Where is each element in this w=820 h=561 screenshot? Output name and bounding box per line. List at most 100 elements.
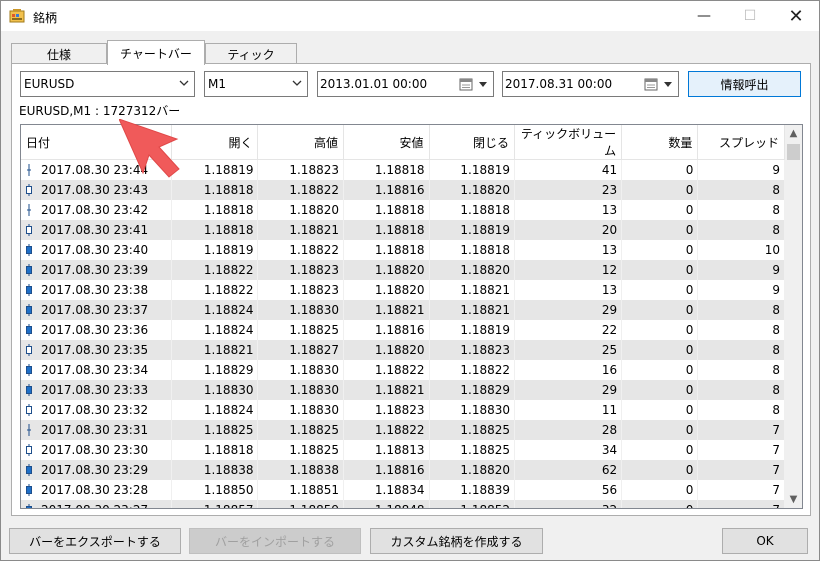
cell-high-value: 1.18823: [289, 282, 339, 297]
cell-tick-volume: 62: [514, 459, 623, 480]
cell-open-value: 1.18819: [203, 162, 254, 177]
cell-spread: 7: [697, 439, 785, 460]
cell-high: 1.18827: [257, 339, 344, 360]
cell-open-value: 1.18822: [203, 262, 254, 277]
cell-date: 2017.08.30 23:29: [21, 459, 172, 480]
cell-close: 1.18820: [429, 259, 516, 280]
column-header-volume[interactable]: 数量: [621, 125, 699, 160]
cell-low-value: 1.18818: [374, 222, 425, 237]
cell-high: 1.18830: [257, 299, 344, 320]
cell-tick-volume-value: 23: [601, 182, 618, 197]
table-row[interactable]: 2017.08.30 23:28 1.18850 1.18851 1.18834 1.1…: [21, 479, 785, 500]
symbols-app-icon: [9, 8, 25, 24]
table-row[interactable]: 2017.08.30 23:43 1.18818 1.18822 1.18816 1.1…: [21, 179, 785, 200]
cell-high-value: 1.18822: [289, 242, 339, 257]
pointer-arrow-icon: [119, 119, 180, 178]
table-row[interactable]: 2017.08.30 23:27 1.18857 1.18859 1.18848 1.1…: [21, 499, 785, 508]
table-row[interactable]: 2017.08.30 23:34 1.18829 1.18830 1.18822 1.1…: [21, 359, 785, 380]
cell-high-value: 1.18830: [289, 302, 339, 317]
cell-date: 2017.08.30 23:33: [21, 379, 172, 400]
cell-spread-value: 8: [772, 322, 780, 337]
cell-date: 2017.08.30 23:39: [21, 259, 172, 280]
cell-volume: 0: [621, 219, 699, 240]
date-from-picker[interactable]: 2013.01.01 00:00: [317, 71, 494, 97]
create-custom-symbol-button[interactable]: カスタム銘柄を作成する: [370, 528, 543, 554]
scroll-up-icon[interactable]: ▲: [785, 125, 802, 142]
cell-volume: 0: [621, 439, 699, 460]
cell-date: 2017.08.30 23:37: [21, 299, 172, 320]
table-row[interactable]: 2017.08.30 23:42 1.18818 1.18820 1.18818 1.1…: [21, 199, 785, 220]
cell-volume: 0: [621, 459, 699, 480]
scroll-thumb[interactable]: [787, 144, 800, 160]
table-row[interactable]: 2017.08.30 23:29 1.18838 1.18838 1.18816 1.1…: [21, 459, 785, 480]
cell-close-value: 1.18823: [460, 342, 511, 357]
cell-close: 1.18822: [429, 359, 516, 380]
cell-tick-volume: 32: [514, 499, 623, 508]
cell-open: 1.18824: [171, 299, 259, 320]
table-row[interactable]: 2017.08.30 23:37 1.18824 1.18830 1.18821 1.1…: [21, 299, 785, 320]
tab-specification[interactable]: 仕様: [11, 43, 107, 64]
cell-date: 2017.08.30 23:34: [21, 359, 172, 380]
cell-date-value: 2017.08.30 23:35: [41, 342, 149, 357]
calendar-icon: [459, 78, 473, 91]
candle-bear-icon: [26, 483, 32, 496]
table-row[interactable]: 2017.08.30 23:40 1.18819 1.18822 1.18818 1.1…: [21, 239, 785, 260]
cell-volume: 0: [621, 159, 699, 180]
cell-volume-value: 0: [685, 482, 694, 497]
table-row[interactable]: 2017.08.30 23:38 1.18822 1.18823 1.18820 1.1…: [21, 279, 785, 300]
cell-close-value: 1.18818: [460, 242, 511, 257]
table-row[interactable]: 2017.08.30 23:41 1.18818 1.18821 1.18818 1.1…: [21, 219, 785, 240]
minimize-button[interactable]: —: [681, 1, 727, 31]
export-bars-button[interactable]: バーをエクスポートする: [9, 528, 181, 554]
cell-tick-volume-value: 13: [601, 282, 618, 297]
timeframe-select[interactable]: M1: [204, 71, 308, 97]
column-header-high[interactable]: 高値: [257, 125, 344, 160]
cell-close-value: 1.18825: [460, 442, 511, 457]
request-info-button[interactable]: 情報呼出: [688, 71, 801, 97]
candle-bear-icon: [26, 263, 32, 276]
table-row[interactable]: 2017.08.30 23:35 1.18821 1.18827 1.18820 1.1…: [21, 339, 785, 360]
cell-tick-volume-value: 13: [601, 202, 618, 217]
cell-close: 1.18852: [429, 499, 516, 508]
cell-tick-volume-value: 16: [601, 362, 618, 377]
cell-tick-volume-value: 34: [601, 442, 618, 457]
cell-high: 1.18822: [257, 239, 344, 260]
table-row[interactable]: 2017.08.30 23:30 1.18818 1.18825 1.18813 1.1…: [21, 439, 785, 460]
ok-button[interactable]: OK: [722, 528, 808, 554]
column-header-low[interactable]: 安値: [343, 125, 430, 160]
cell-high-value: 1.18820: [289, 202, 339, 217]
tab-ticks[interactable]: ティック: [205, 43, 297, 64]
column-header-open[interactable]: 開く: [171, 125, 259, 160]
cell-close-value: 1.18822: [460, 362, 511, 377]
cell-spread-value: 7: [772, 442, 780, 457]
cell-date-value: 2017.08.30 23:43: [41, 182, 149, 197]
cell-open-value: 1.18818: [203, 202, 254, 217]
cell-tick-volume-value: 20: [601, 222, 618, 237]
column-header-tick-volume[interactable]: ティックボリューム: [514, 125, 623, 160]
table-row[interactable]: 2017.08.30 23:39 1.18822 1.18823 1.18820 1.1…: [21, 259, 785, 280]
vertical-scrollbar[interactable]: ▲ ▼: [785, 125, 802, 508]
cell-close: 1.18819: [429, 219, 516, 240]
close-button[interactable]: ✕: [773, 1, 819, 31]
cell-low-value: 1.18820: [374, 282, 425, 297]
date-to-picker[interactable]: 2017.08.31 00:00: [502, 71, 679, 97]
cell-volume-value: 0: [685, 442, 694, 457]
table-row[interactable]: 2017.08.30 23:33 1.18830 1.18830 1.18821 1.1…: [21, 379, 785, 400]
import-bars-button[interactable]: バーをインポートする: [189, 528, 361, 554]
table-row[interactable]: 2017.08.30 23:36 1.18824 1.18825 1.18816 1.1…: [21, 319, 785, 340]
maximize-button[interactable]: ☐: [727, 1, 773, 31]
cell-high: 1.18820: [257, 199, 344, 220]
column-header-spread[interactable]: スプレッド: [697, 125, 785, 160]
column-header-close[interactable]: 閉じる: [429, 125, 516, 160]
cell-low-value: 1.18822: [374, 362, 425, 377]
scroll-down-icon[interactable]: ▼: [785, 491, 802, 508]
tab-chart-bars[interactable]: チャートバー: [107, 40, 205, 65]
cell-open-value: 1.18829: [203, 362, 254, 377]
cell-open-value: 1.18818: [203, 222, 254, 237]
symbol-select[interactable]: EURUSD: [20, 71, 195, 97]
bars-table[interactable]: 日付 開く 高値 安値 閉じる ティックボリューム 数量 スプレッド 2017.…: [20, 124, 803, 509]
cell-close: 1.18825: [429, 419, 516, 440]
cell-spread-value: 9: [772, 262, 780, 277]
table-row[interactable]: 2017.08.30 23:32 1.18824 1.18830 1.18823 1.1…: [21, 399, 785, 420]
table-row[interactable]: 2017.08.30 23:31 1.18825 1.18825 1.18822 1.1…: [21, 419, 785, 440]
